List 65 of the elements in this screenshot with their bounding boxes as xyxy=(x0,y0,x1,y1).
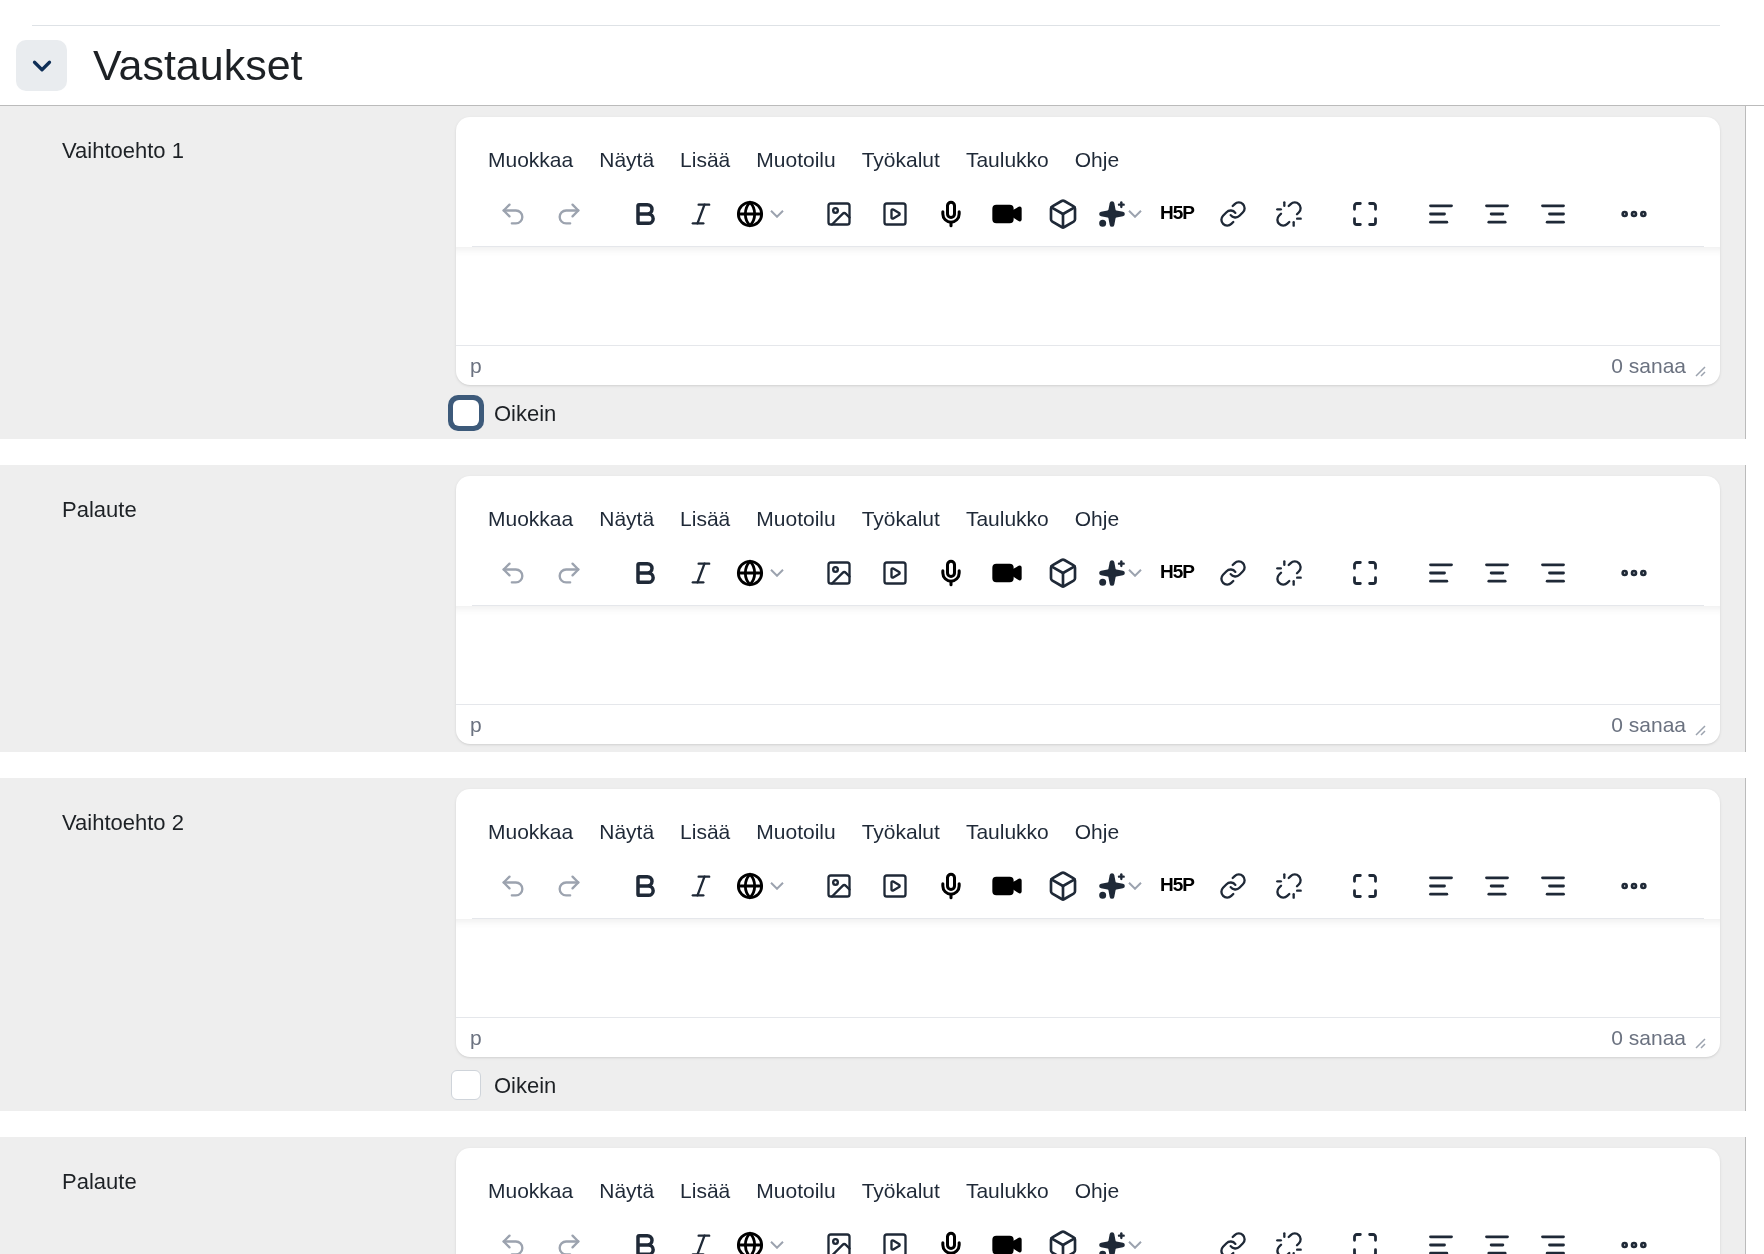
menu-item[interactable]: Näytä xyxy=(599,1175,655,1207)
menu-item[interactable]: Muokkaa xyxy=(488,503,574,535)
chevron-down-icon xyxy=(1128,1240,1142,1249)
menu-item[interactable]: Taulukko xyxy=(965,1175,1049,1207)
field-label: Vaihtoehto 2 xyxy=(61,809,185,837)
menu-item[interactable]: Lisää xyxy=(680,1175,731,1207)
element-path[interactable]: p xyxy=(470,349,482,382)
menu-item[interactable]: Työkalut xyxy=(861,816,940,848)
menu-item[interactable]: Muotoilu xyxy=(756,144,836,176)
field-label: Palaute xyxy=(61,496,138,524)
menu-item[interactable]: Muokkaa xyxy=(488,1175,574,1207)
section-title: Vastaukset xyxy=(93,40,303,92)
menu-item[interactable]: Muokkaa xyxy=(488,144,574,176)
menu-item[interactable]: Työkalut xyxy=(861,144,940,176)
globe-icon xyxy=(736,871,764,900)
resize-handle-icon[interactable] xyxy=(1694,723,1706,736)
menu-item[interactable]: Ohje xyxy=(1074,144,1120,176)
sparkles-icon xyxy=(1098,199,1126,228)
h5p-button[interactable]: H5P xyxy=(1152,193,1202,234)
globe-icon xyxy=(736,199,764,228)
menu-item[interactable]: Lisää xyxy=(680,503,731,535)
chevron-down-icon xyxy=(770,568,784,577)
menu-item[interactable]: Näytä xyxy=(599,144,655,176)
resize-handle-icon[interactable] xyxy=(1694,1036,1706,1049)
menu-item[interactable]: Työkalut xyxy=(861,1175,940,1207)
chevron-down-icon xyxy=(770,1240,784,1249)
globe-icon xyxy=(736,558,764,587)
checkbox-label: Oikein xyxy=(494,399,557,428)
word-count: 0 sanaa xyxy=(1611,1024,1686,1051)
collapse-toggle[interactable] xyxy=(16,40,67,91)
sparkles-icon xyxy=(1098,871,1126,900)
menu-item[interactable]: Lisää xyxy=(680,816,731,848)
element-path[interactable]: p xyxy=(470,1021,482,1054)
word-count: 0 sanaa xyxy=(1611,711,1686,738)
chevron-down-icon xyxy=(770,881,784,890)
chevron-down-icon xyxy=(1128,881,1142,890)
menu-item[interactable]: Muokkaa xyxy=(488,816,574,848)
chevron-down-icon xyxy=(1128,568,1142,577)
menu-item[interactable]: Taulukko xyxy=(965,816,1049,848)
checkbox-label: Oikein xyxy=(494,1071,557,1100)
menu-item[interactable]: Näytä xyxy=(599,816,655,848)
menu-item[interactable]: Ohje xyxy=(1074,503,1120,535)
menu-item[interactable]: Taulukko xyxy=(965,503,1049,535)
menu-item[interactable]: Muotoilu xyxy=(756,1175,836,1207)
sparkles-icon xyxy=(1098,1230,1126,1254)
resize-handle-icon[interactable] xyxy=(1694,364,1706,377)
field-label: Vaihtoehto 1 xyxy=(61,137,185,165)
field-label: Palaute xyxy=(61,1168,138,1196)
h5p-button[interactable]: H5P xyxy=(1152,865,1202,906)
chevron-down-icon xyxy=(770,209,784,218)
word-count: 0 sanaa xyxy=(1611,352,1686,379)
menu-item[interactable]: Muotoilu xyxy=(756,503,836,535)
chevron-down-icon xyxy=(1128,209,1142,218)
element-path[interactable]: p xyxy=(470,708,482,741)
menu-item[interactable]: Taulukko xyxy=(965,144,1049,176)
menu-item[interactable]: Työkalut xyxy=(861,503,940,535)
checkbox[interactable] xyxy=(451,1070,481,1100)
menu-item[interactable]: Ohje xyxy=(1074,1175,1120,1207)
menu-item[interactable]: Näytä xyxy=(599,503,655,535)
sparkles-icon xyxy=(1098,558,1126,587)
menu-item[interactable]: Muotoilu xyxy=(756,816,836,848)
menu-item[interactable]: Ohje xyxy=(1074,816,1120,848)
h5p-button[interactable]: H5P xyxy=(1152,552,1202,593)
menu-item[interactable]: Lisää xyxy=(680,144,731,176)
globe-icon xyxy=(736,1230,764,1254)
